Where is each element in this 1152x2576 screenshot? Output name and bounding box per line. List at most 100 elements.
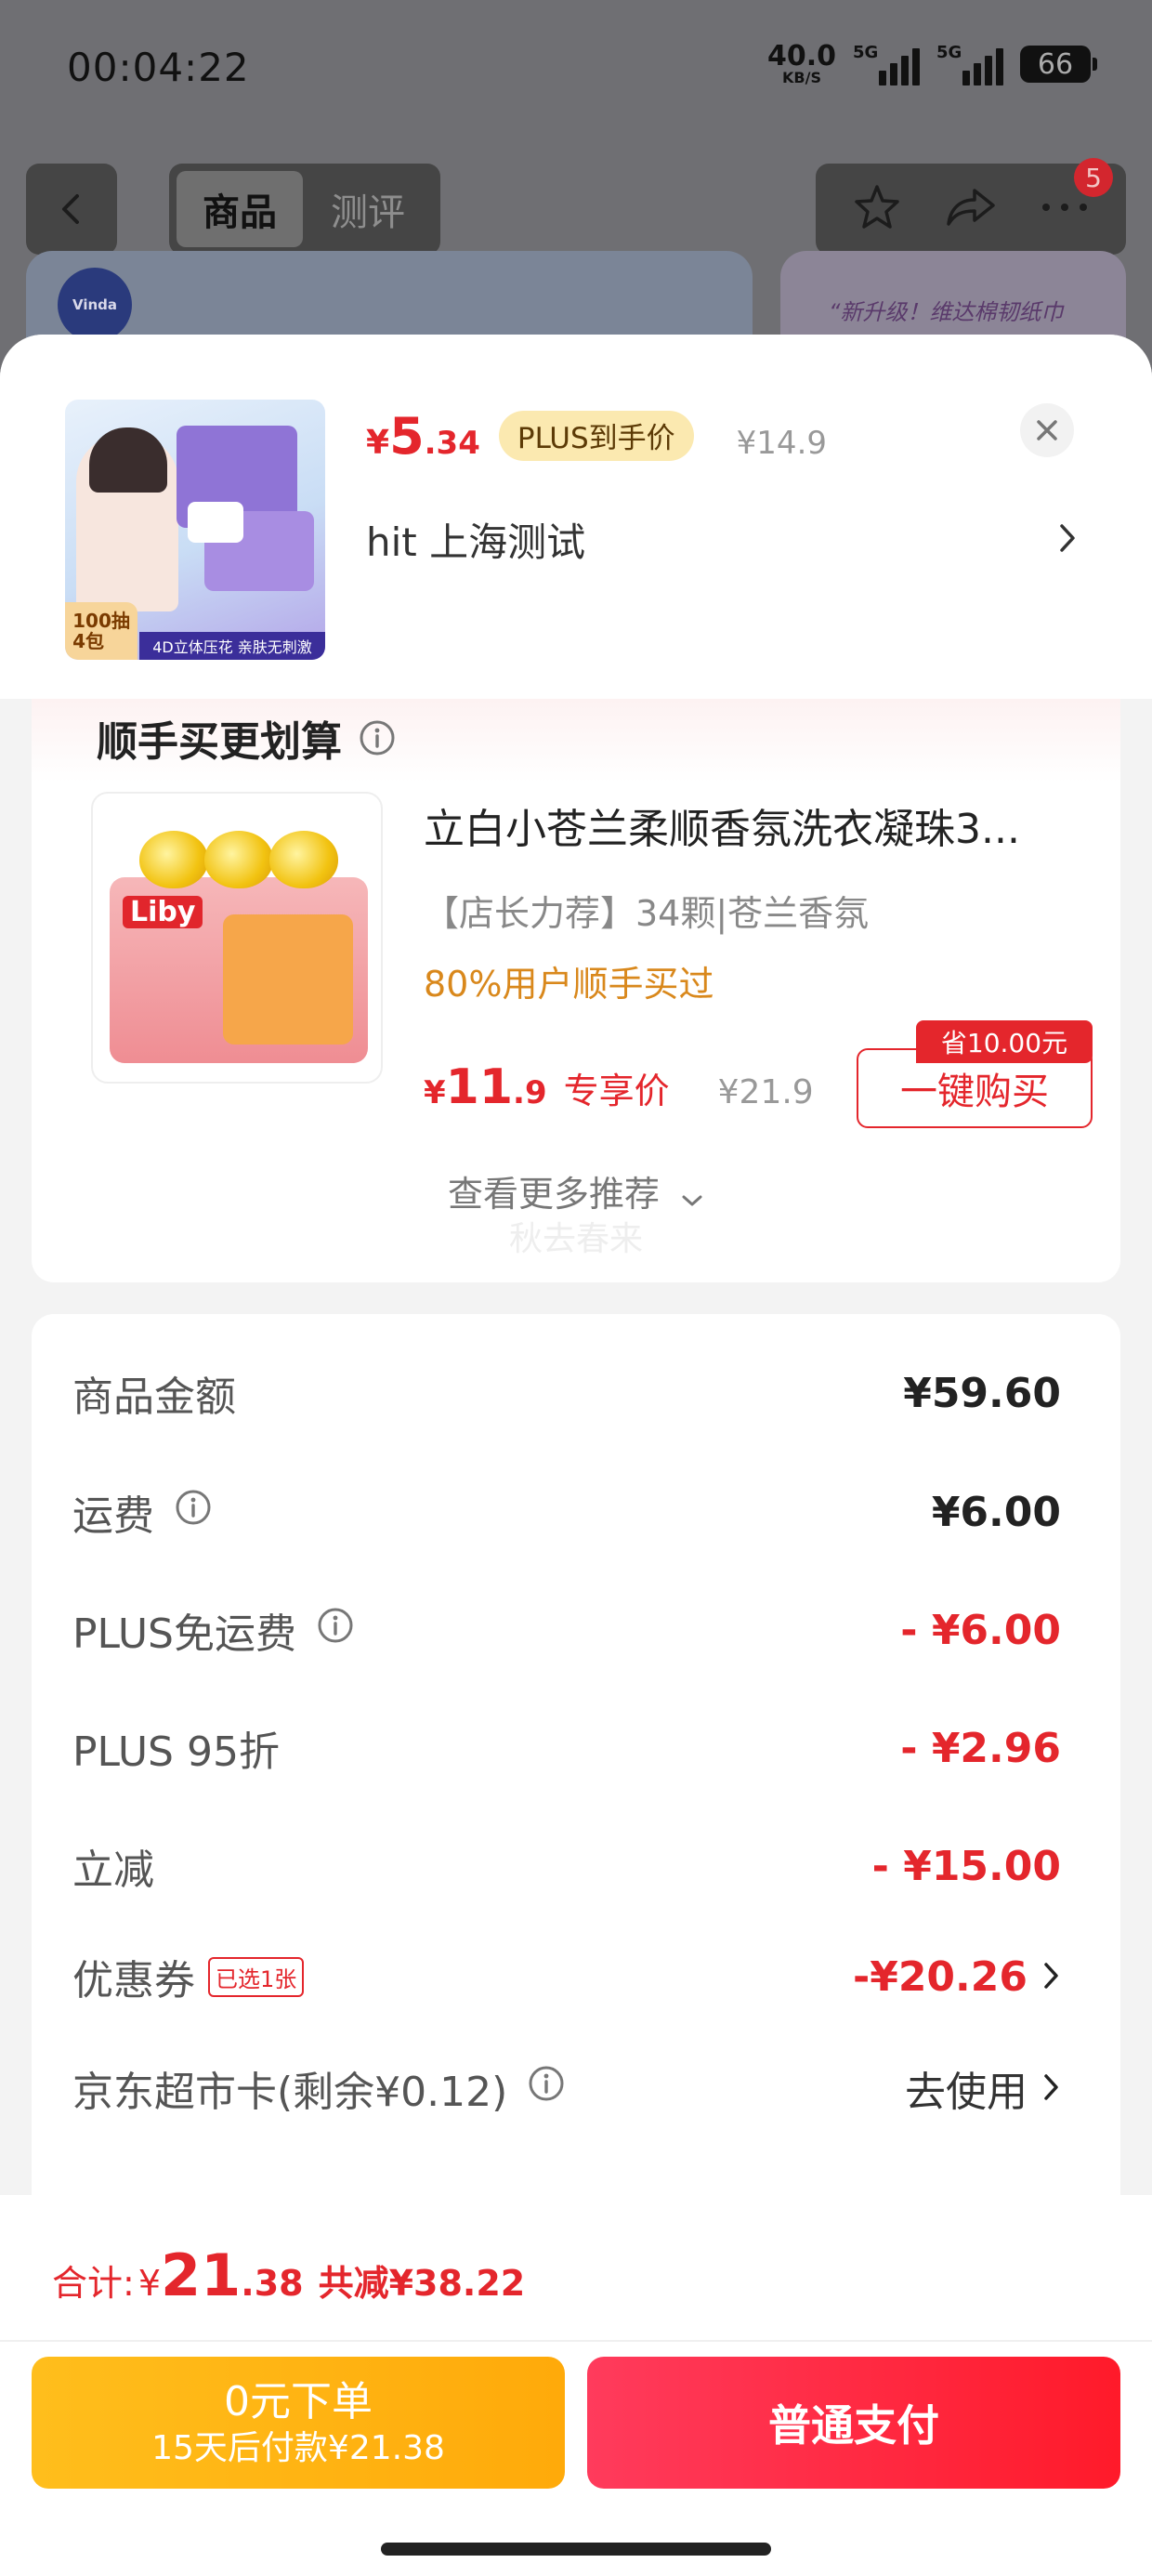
plus-price-tag: PLUS到手价 <box>498 410 694 461</box>
tab-product[interactable]: 商品 <box>177 171 303 247</box>
price-currency: ¥ <box>366 424 390 462</box>
share-icon[interactable] <box>943 181 999 237</box>
product-page-nav: 商品 测评 5 <box>0 158 1152 258</box>
product-image: 100抽 4包 4D立体压花 亲肤无刺激 <box>65 400 325 660</box>
product-count-label: 100抽 4包 <box>65 602 137 660</box>
recommendation-price-row: ¥11.9 专享价 ¥21.9 <box>424 1059 814 1115</box>
promo-banner-text: “新升级！维达棉韧纸巾 <box>829 299 1064 325</box>
chevron-left-icon <box>62 194 79 224</box>
home-indicator[interactable] <box>381 2543 771 2556</box>
recommendation-original-price: ¥21.9 <box>717 1073 814 1111</box>
signal-sim1-icon: 5G <box>853 43 920 85</box>
sim1-network-type: 5G <box>853 43 879 62</box>
pay-later-title: 0元下单 <box>224 2378 373 2425</box>
info-icon[interactable] <box>359 719 396 756</box>
fee-row-instant-discount: 立减 - ¥15.00 <box>72 1833 1061 1899</box>
fee-row-coupon[interactable]: 优惠券 已选1张 -¥20.26 <box>72 1944 1061 2009</box>
more-recommendations-link[interactable]: 查看更多推荐 <box>32 1165 1120 1217</box>
coupon-selected-tag: 已选1张 <box>208 1956 305 1997</box>
fee-label: 优惠券 <box>72 1957 195 2004</box>
fee-row-plus-free-shipping: PLUS免运费 - ¥6.00 <box>72 1597 1061 1663</box>
fee-row-shipping: 运费 ¥6.00 <box>72 1479 1061 1544</box>
cart-count-badge: 5 <box>1074 158 1113 197</box>
info-icon[interactable] <box>528 2065 565 2112</box>
recommendation-title: 顺手买更划算 <box>97 708 396 768</box>
divider <box>0 2340 1152 2342</box>
fee-value: - ¥6.00 <box>900 1606 1061 1654</box>
checkout-bottom-bar: 合计: ¥21.38 共减¥38.22 0元下单 15天后付款¥21.38 普通… <box>0 2195 1152 2576</box>
product-summary: 100抽 4包 4D立体压花 亲肤无刺激 ¥5.34 PLUS到手价 ¥14.9… <box>0 335 1152 699</box>
exclusive-price-label: 专享价 <box>563 1071 670 1111</box>
fee-value: - ¥15.00 <box>871 1842 1061 1890</box>
chevron-down-icon <box>680 1176 704 1217</box>
fee-row-plus-discount: PLUS 95折 - ¥2.96 <box>72 1715 1061 1781</box>
recommendation-purchase-stat: 80%用户顺手买过 <box>424 964 714 1005</box>
order-total: 合计: ¥21.38 共减¥38.22 <box>52 2241 525 2309</box>
status-bar: 00:04:22 40.0 KB/S 5G 5G 66 <box>0 0 1152 139</box>
fee-row-goods-amount: 商品金额 ¥59.60 <box>72 1360 1061 1426</box>
delivery-address[interactable]: hit 上海测试 <box>366 511 585 568</box>
product-image-strip: 4D立体压花 亲肤无刺激 <box>139 632 325 660</box>
battery-level: 66 <box>1037 47 1074 81</box>
total-decimal: .38 <box>241 2263 304 2304</box>
back-button[interactable] <box>26 164 117 255</box>
recommendation-product-name[interactable]: 立白小苍兰柔顺香氛洗衣凝珠3... <box>424 795 1093 855</box>
price-currency: ¥ <box>424 1074 446 1111</box>
more-recommendations-label: 查看更多推荐 <box>447 1174 660 1215</box>
network-speed-unit: KB/S <box>782 69 821 86</box>
total-currency: ¥ <box>137 2263 161 2304</box>
info-icon[interactable] <box>317 1607 354 1654</box>
use-card-link[interactable]: 去使用 <box>905 2058 1028 2118</box>
original-price: ¥14.9 <box>736 425 828 462</box>
price-integer: 5 <box>389 407 425 466</box>
total-discount: 共减¥38.22 <box>318 2263 526 2304</box>
chevron-right-icon[interactable] <box>1042 1953 1061 2001</box>
signal-sim2-icon: 5G <box>936 43 1003 85</box>
fee-row-supermarket-card[interactable]: 京东超市卡(剩余¥0.12) 去使用 <box>72 2056 1061 2121</box>
close-icon <box>1037 420 1057 440</box>
battery-icon: 66 <box>1020 46 1097 83</box>
network-speed: 40.0 KB/S <box>767 43 836 85</box>
price-decimal: .34 <box>424 425 480 462</box>
chevron-right-icon[interactable] <box>1042 2065 1061 2112</box>
pay-later-subtitle: 15天后付款¥21.38 <box>151 2429 445 2467</box>
fee-label: 立减 <box>72 1847 154 1894</box>
total-label: 合计: <box>52 2263 135 2304</box>
fee-label: 商品金额 <box>72 1373 236 1421</box>
fee-value: -¥20.26 <box>852 1952 1028 2001</box>
info-icon[interactable] <box>175 1489 212 1536</box>
status-indicators: 40.0 KB/S 5G 5G 66 <box>767 43 1097 85</box>
status-time: 00:04:22 <box>67 45 250 90</box>
chevron-right-icon[interactable] <box>1057 522 1078 558</box>
recommendation-title-text: 顺手买更划算 <box>97 718 342 766</box>
total-amount: ¥21.38 <box>138 2241 304 2309</box>
pay-later-button[interactable]: 0元下单 15天后付款¥21.38 <box>32 2357 565 2489</box>
recommendation-product-image[interactable]: Liby <box>91 792 383 1084</box>
fee-label: PLUS免运费 <box>72 1610 296 1658</box>
page-tabs: 商品 测评 <box>169 164 440 255</box>
fee-value: - ¥2.96 <box>900 1724 1061 1772</box>
fee-label: 运费 <box>72 1492 154 1540</box>
fee-value: ¥6.00 <box>931 1488 1061 1536</box>
total-integer: 21 <box>161 2241 242 2309</box>
favorite-star-icon[interactable] <box>851 181 903 237</box>
vinda-logo: Vinda <box>58 268 132 342</box>
save-amount-badge: 省10.00元 <box>916 1020 1093 1063</box>
tab-review[interactable]: 测评 <box>303 171 433 247</box>
more-options-icon[interactable] <box>1039 198 1091 220</box>
sim2-network-type: 5G <box>936 43 962 62</box>
liby-logo: Liby <box>123 896 203 928</box>
watermark: 秋去春来 <box>508 1220 643 1258</box>
product-price: ¥5.34 <box>366 407 480 466</box>
recommendation-card: 顺手买更划算 Liby 立白小苍兰柔顺香氛洗衣凝珠3... 【店长力荐】34颗|… <box>32 699 1120 1282</box>
page-tools: 5 <box>816 158 1126 255</box>
pay-now-button[interactable]: 普通支付 <box>587 2357 1120 2489</box>
fee-label: PLUS 95折 <box>72 1728 280 1776</box>
close-button[interactable] <box>1020 403 1074 457</box>
fee-value: ¥59.60 <box>903 1369 1061 1417</box>
fee-breakdown-card: 商品金额 ¥59.60 运费 ¥6.00 PLUS免运费 - ¥6.00 PLU… <box>32 1314 1120 2243</box>
product-price-row: ¥5.34 PLUS到手价 ¥14.9 <box>366 407 827 467</box>
recommendation-product-subtitle: 【店长力荐】34颗|苍兰香氛 <box>424 893 870 934</box>
price-integer: 11 <box>445 1059 514 1115</box>
fee-label: 京东超市卡(剩余¥0.12) <box>72 2069 508 2116</box>
